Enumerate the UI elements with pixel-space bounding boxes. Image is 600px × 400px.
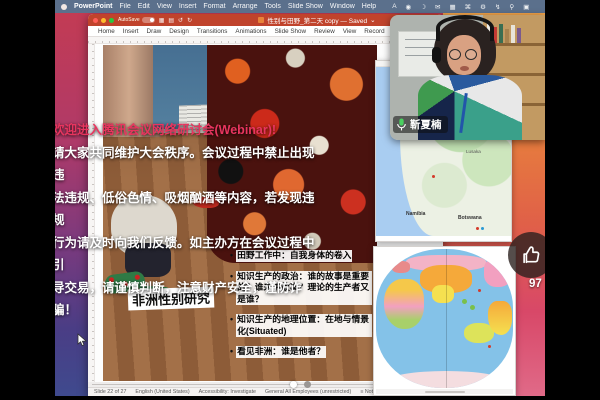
tab-slideshow[interactable]: Slide Show	[275, 28, 307, 35]
map-marker	[481, 227, 484, 230]
tab-animations[interactable]: Animations	[235, 28, 266, 35]
redo-icon[interactable]: ↻	[187, 17, 192, 24]
mouth	[460, 66, 469, 71]
thumbs-up-icon	[520, 244, 542, 266]
participant-name-tag: 靳夏楠	[393, 116, 448, 133]
close-button[interactable]	[93, 18, 98, 23]
tab-transitions[interactable]: Transitions	[197, 28, 228, 35]
menu-item-format[interactable]: Format	[203, 3, 225, 10]
tab-insert[interactable]: Insert	[123, 28, 139, 35]
menu-item-insert[interactable]: Insert	[179, 3, 197, 10]
bullet-item: • 看见非洲：谁是他者？	[230, 346, 372, 358]
apple-menu-icon[interactable]	[61, 4, 67, 10]
scrubber-secondary-knob[interactable]	[304, 381, 311, 388]
map-region	[432, 285, 454, 303]
status-icon-3[interactable]: ✉	[435, 3, 440, 11]
tab-record[interactable]: Record	[364, 28, 384, 35]
map-label-lusaka: Lusaka	[466, 149, 481, 154]
status-icon-7[interactable]: ↯	[495, 3, 500, 11]
menu-item-edit[interactable]: Edit	[138, 3, 150, 10]
scrubber-knob[interactable]	[290, 381, 297, 388]
webinar-notice-overlay: 欢迎进入腾讯会议网络研讨会(Webinar)! 请大家共同维护大会秩序。会议过程…	[55, 119, 320, 322]
tab-draw[interactable]: Draw	[147, 28, 162, 35]
sensitivity-label[interactable]: General All Employees (unrestricted)	[265, 389, 351, 395]
status-icon-0[interactable]: A	[392, 3, 396, 10]
menu-item-arrange[interactable]: Arrange	[233, 3, 258, 10]
like-count: 97	[529, 278, 542, 290]
status-icon-4[interactable]: ▦	[449, 3, 455, 11]
tab-view[interactable]: View	[343, 28, 357, 35]
notice-line: 法违规、低俗色情、吸烟酗酒等内容，若发现违规	[55, 187, 320, 232]
menu-item-view[interactable]: View	[157, 3, 172, 10]
status-icon-2[interactable]: ☽	[420, 3, 426, 11]
map-region	[392, 261, 410, 273]
map-region	[462, 299, 467, 304]
notice-line: 导交易，请谨慎判断，注意财产安全，谨防诈骗！	[55, 277, 320, 322]
glasses-icon	[449, 49, 461, 60]
menu-item-file[interactable]: File	[120, 3, 131, 10]
map-region	[488, 301, 512, 335]
map-marker	[476, 227, 479, 230]
glasses-icon	[465, 49, 477, 60]
status-icon-6[interactable]: ⚙	[480, 3, 486, 11]
headphone-band-icon	[436, 15, 494, 41]
autosave-label: AutoSave	[118, 17, 140, 23]
title-chevron-icon[interactable]: ⌄	[370, 16, 375, 24]
participant-face	[447, 35, 481, 75]
undo-icon[interactable]: ↺	[178, 17, 183, 24]
status-icon-1[interactable]: ◉	[406, 3, 412, 11]
map-marker	[478, 289, 481, 292]
headphone-earcup-icon	[432, 47, 441, 63]
mouse-cursor-icon	[77, 333, 87, 347]
control-center-icon[interactable]: ▣	[523, 3, 529, 11]
map-marker	[432, 175, 435, 178]
maximize-button[interactable]	[109, 18, 114, 23]
map-scrollbar[interactable]	[376, 389, 513, 394]
autosave-toggle[interactable]: AutoSave	[118, 17, 155, 23]
map-region-africa	[384, 279, 424, 329]
bullet-icon: •	[230, 346, 233, 358]
map-label-botswana: Botswana	[458, 215, 482, 221]
language-button[interactable]: English (United States)	[135, 389, 189, 395]
welcome-title: 欢迎进入腾讯会议网络研讨会(Webinar)!	[55, 119, 320, 142]
save-icon[interactable]: ▤	[168, 17, 174, 24]
menu-app-name[interactable]: PowerPoint	[74, 3, 113, 10]
menu-item-slideshow[interactable]: Slide Show	[288, 3, 323, 10]
notes-icon: ≡	[360, 389, 363, 395]
accessibility-button[interactable]: Accessibility: Investigate	[199, 389, 256, 395]
document-icon	[258, 17, 264, 23]
menu-item-help[interactable]: Help	[362, 3, 376, 10]
tab-review[interactable]: Review	[314, 28, 335, 35]
shared-screen: PowerPoint File Edit View Insert Format …	[55, 0, 545, 396]
map-label-namibia: Namibia	[406, 211, 425, 217]
world-map	[376, 249, 513, 388]
menu-item-tools[interactable]: Tools	[265, 3, 281, 10]
video-frame: PowerPoint File Edit View Insert Format …	[0, 0, 600, 400]
minimize-button[interactable]	[101, 18, 106, 23]
search-icon[interactable]: ⚲	[509, 3, 514, 11]
map-region	[470, 305, 475, 310]
tab-home[interactable]: Home	[98, 28, 115, 35]
notice-line: 行为请及时向我们反馈。如主办方在会议过程中引	[55, 232, 320, 277]
participant-video-panel[interactable]: 靳夏楠	[390, 15, 545, 140]
participant-name: 靳夏楠	[410, 117, 442, 132]
microphone-icon	[396, 118, 407, 131]
notice-line: 请大家共同维护大会秩序。会议过程中禁止出现违	[55, 142, 320, 187]
map-marker	[488, 345, 491, 348]
autosave-switch-icon	[142, 17, 155, 23]
status-icon-5[interactable]: ⌘	[465, 3, 472, 11]
tab-design[interactable]: Design	[169, 28, 189, 35]
world-map-window[interactable]	[373, 246, 516, 396]
menu-item-window[interactable]: Window	[330, 3, 355, 10]
app-grid-icon[interactable]: ▦	[159, 17, 165, 24]
traffic-lights	[93, 18, 114, 23]
macos-menu-bar: PowerPoint File Edit View Insert Format …	[55, 0, 545, 13]
map-fold-line	[446, 249, 447, 388]
slide-indicator: Slide 22 of 27	[94, 389, 126, 395]
